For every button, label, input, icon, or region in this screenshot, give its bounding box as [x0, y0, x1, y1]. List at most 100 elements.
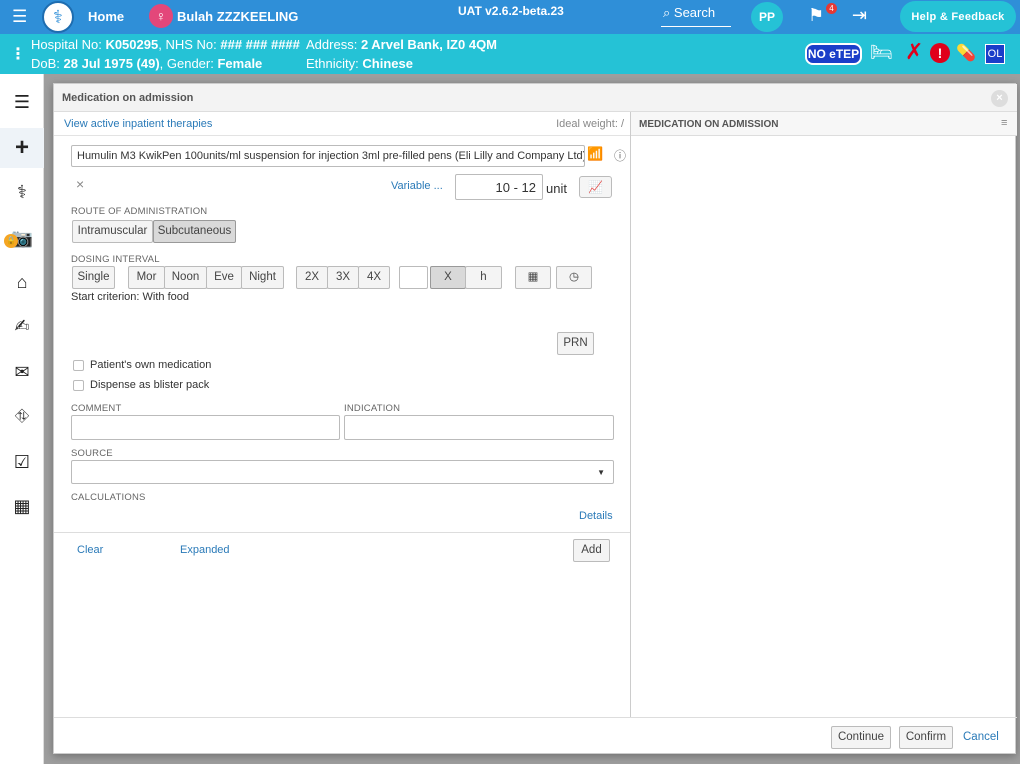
- info-icon[interactable]: ⓘ: [614, 147, 626, 164]
- building-icon[interactable]: ▦: [0, 486, 44, 526]
- checklist-icon[interactable]: ☑: [0, 442, 44, 482]
- prn-button[interactable]: PRN: [557, 332, 594, 355]
- dosing-eve-button[interactable]: Eve: [206, 266, 242, 289]
- chart-icon[interactable]: 📈: [579, 176, 612, 198]
- medication-modal: Medication on admission × View active in…: [53, 83, 1017, 755]
- nhs-no: ### ### ####: [220, 37, 300, 52]
- home-link[interactable]: Home: [88, 9, 124, 24]
- view-inpatient-therapies-link[interactable]: View active inpatient therapies: [64, 118, 212, 130]
- ethnicity: Chinese: [362, 56, 413, 71]
- search-icon: ⌕: [663, 5, 671, 20]
- patient-name[interactable]: Bulah ZZZKEELING: [177, 9, 298, 24]
- menu-icon[interactable]: ☰: [12, 7, 38, 27]
- calendar-icon[interactable]: ▦: [515, 266, 551, 289]
- ol-badge[interactable]: OL: [985, 44, 1005, 64]
- calculations-label: CALCULATIONS: [71, 492, 146, 503]
- route-intramuscular-button[interactable]: Intramuscular: [72, 220, 153, 243]
- inbox-icon[interactable]: ✉: [0, 352, 44, 392]
- list-icon[interactable]: ☰: [0, 82, 44, 122]
- details-link[interactable]: Details: [579, 510, 613, 522]
- dob: 28 Jul 1975 (49): [63, 56, 160, 71]
- patient-menu-icon[interactable]: ⋮: [10, 44, 26, 64]
- route-label: ROUTE OF ADMINISTRATION: [71, 206, 208, 217]
- ideal-weight: Ideal weight: /: [556, 118, 624, 130]
- continue-button[interactable]: Continue: [831, 726, 891, 749]
- dose-unit: unit: [546, 181, 567, 196]
- patient-banner: ⋮ Hospital No: K050295, NHS No: ### ### …: [0, 34, 1020, 74]
- help-feedback-button[interactable]: Help & Feedback: [900, 1, 1016, 32]
- form-subbar: View active inpatient therapies Ideal we…: [54, 112, 630, 136]
- patient-ids: Hospital No: K050295, NHS No: ### ### ##…: [31, 37, 300, 52]
- no-etep-badge[interactable]: NO eTEP: [805, 43, 862, 65]
- logo-icon[interactable]: ⚕: [42, 1, 74, 33]
- running-icon[interactable]: ⛗: [0, 396, 44, 436]
- medication-list-title: MEDICATION ON ADMISSION: [639, 119, 779, 130]
- version-label: UAT v2.6.2-beta.23: [458, 4, 564, 18]
- own-medication-checkbox[interactable]: [73, 360, 84, 371]
- dosing-4x-button[interactable]: 4X: [358, 266, 390, 289]
- dosing-interval-label: DOSING INTERVAL: [71, 254, 160, 265]
- signature-icon[interactable]: ✍: [0, 306, 44, 346]
- dosing-frequency-input[interactable]: [399, 266, 428, 289]
- alert-icon[interactable]: !: [930, 43, 950, 63]
- patient-ethnicity: Ethnicity: Chinese: [306, 56, 413, 71]
- x-icon[interactable]: ✗: [905, 40, 923, 65]
- indication-label: INDICATION: [344, 403, 401, 414]
- address: 2 Arvel Bank, IZ0 4QM: [360, 37, 498, 52]
- bed-icon[interactable]: 🛏: [870, 42, 893, 63]
- start-criterion: Start criterion: With food: [71, 291, 189, 303]
- blister-pack-label: Dispense as blister pack: [90, 379, 210, 391]
- dosing-mor-button[interactable]: Mor: [128, 266, 165, 289]
- top-bar: ☰ ⚕ Home ♀ Bulah ZZZKEELING UAT v2.6.2-b…: [0, 0, 1020, 34]
- source-label: SOURCE: [71, 448, 113, 459]
- wifi-icon[interactable]: 📶: [587, 146, 603, 162]
- stethoscope-icon[interactable]: ⚕: [0, 172, 44, 212]
- dosing-hours-button[interactable]: h: [465, 266, 502, 289]
- address-label: Address:: [306, 37, 358, 52]
- flag-icon[interactable]: ⚑: [808, 5, 824, 26]
- search-button[interactable]: ⌕ Search: [661, 5, 731, 27]
- expanded-link[interactable]: Expanded: [180, 544, 230, 556]
- clear-link[interactable]: Clear: [77, 544, 103, 556]
- lock-icon: 🔒: [4, 234, 18, 248]
- pill-icon[interactable]: 💊: [956, 43, 976, 63]
- comment-label: COMMENT: [71, 403, 122, 414]
- dosing-2x-button[interactable]: 2X: [296, 266, 328, 289]
- dosing-single-button[interactable]: Single: [72, 266, 115, 289]
- list-menu-icon[interactable]: ≡: [1001, 117, 1007, 129]
- source-select[interactable]: ▼: [71, 460, 614, 484]
- chevron-down-icon: ▼: [597, 468, 605, 477]
- dosing-3x-button[interactable]: 3X: [327, 266, 359, 289]
- comment-input[interactable]: [71, 415, 340, 440]
- modal-footer: Continue Confirm Cancel: [54, 717, 1017, 755]
- dosing-x-button[interactable]: X: [430, 266, 466, 289]
- drug-field[interactable]: Humulin M3 KwikPen 100units/ml suspensio…: [71, 145, 585, 167]
- clear-drug-icon[interactable]: ×: [76, 176, 84, 192]
- variable-link[interactable]: Variable ...: [391, 180, 443, 192]
- patient-demographics: DoB: 28 Jul 1975 (49), Gender: Female: [31, 56, 262, 71]
- add-button[interactable]: Add: [573, 539, 610, 562]
- user-avatar[interactable]: PP: [751, 2, 783, 32]
- close-icon[interactable]: ×: [991, 90, 1008, 107]
- confirm-button[interactable]: Confirm: [899, 726, 953, 749]
- search-label: Search: [673, 5, 716, 20]
- blister-pack-checkbox[interactable]: [73, 380, 84, 391]
- dosing-noon-button[interactable]: Noon: [164, 266, 207, 289]
- ethnicity-label: Ethnicity:: [306, 56, 359, 71]
- flag-count-badge: 4: [826, 3, 837, 14]
- left-nav: ☰ + ⚕ 📷 🔒 ⌂ ✍ ✉ ⛗ ☑ ▦: [0, 74, 44, 764]
- plus-icon[interactable]: +: [0, 128, 44, 168]
- clock-icon[interactable]: ◷: [556, 266, 592, 289]
- route-subcutaneous-button[interactable]: Subcutaneous: [153, 220, 236, 243]
- own-medication-label: Patient's own medication: [90, 359, 212, 371]
- dosing-night-button[interactable]: Night: [241, 266, 284, 289]
- gender: Female: [217, 56, 263, 71]
- cancel-link[interactable]: Cancel: [963, 731, 999, 743]
- medication-form: View active inpatient therapies Ideal we…: [54, 112, 630, 717]
- house-icon[interactable]: ⌂: [0, 262, 44, 302]
- indication-input[interactable]: [344, 415, 614, 440]
- gender-label: , Gender:: [159, 56, 214, 71]
- hospital-no: K050295: [105, 37, 159, 52]
- dose-input[interactable]: 10 - 12: [455, 174, 543, 200]
- logout-icon[interactable]: ⇥: [852, 5, 867, 26]
